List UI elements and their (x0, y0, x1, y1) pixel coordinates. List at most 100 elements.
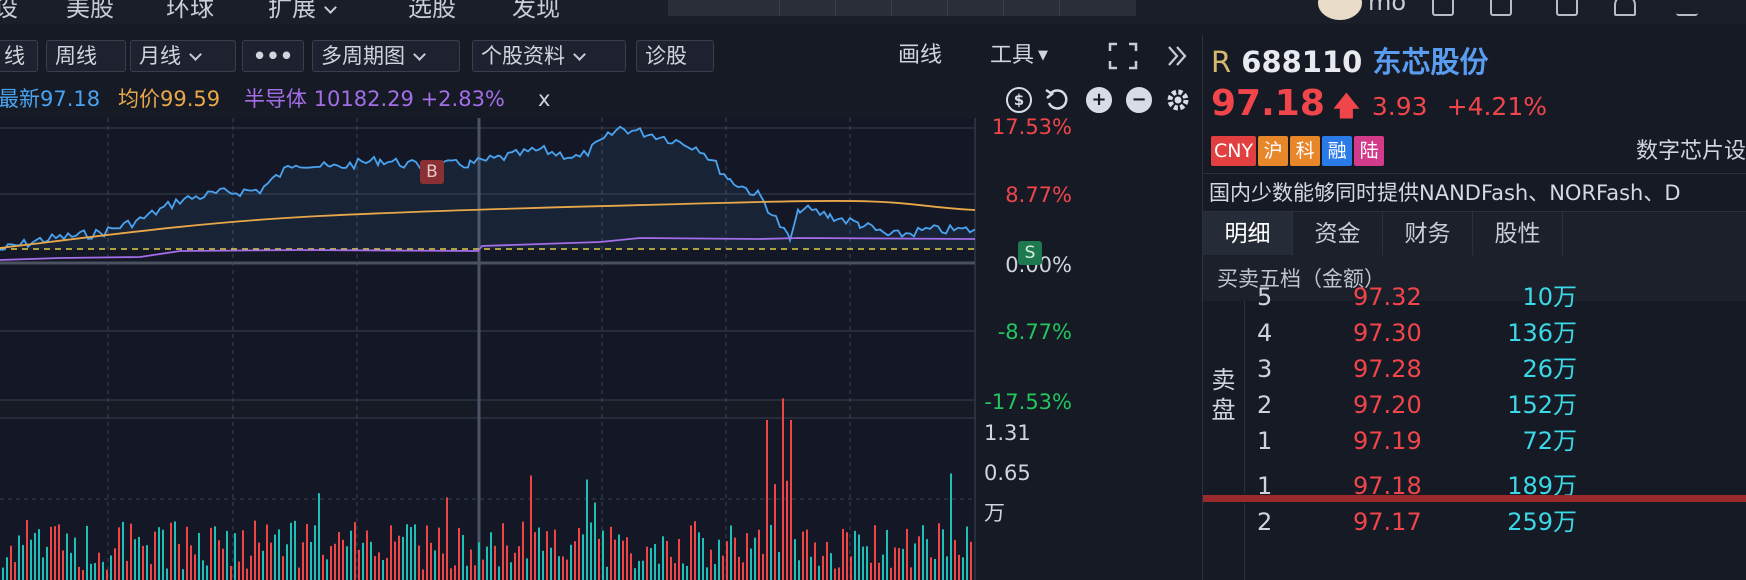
collapse-right-icon[interactable] (1166, 44, 1188, 68)
buy-marker[interactable]: B (420, 160, 444, 184)
volume-bar (702, 537, 704, 580)
chart-canvas[interactable]: 17.53%8.77%0.00%-8.77%-17.53%1.310.65万 (0, 118, 1200, 580)
nav-item-0[interactable]: 设 (0, 0, 18, 23)
gear-icon[interactable] (1164, 86, 1192, 114)
stock-name[interactable]: 东芯股份 (1372, 45, 1488, 79)
open-tab[interactable] (836, 0, 892, 16)
volume-bar (230, 565, 232, 580)
volume-bar (490, 532, 492, 580)
tab-finance[interactable]: 财务 (1383, 212, 1473, 256)
volume-bar (746, 533, 748, 580)
stock-tag[interactable]: CNY (1211, 136, 1257, 166)
menu-icon[interactable] (1676, 0, 1698, 16)
stock-tag[interactable]: 融 (1322, 136, 1353, 166)
stock-info-button[interactable]: 个股资料 (472, 40, 626, 72)
avg-price-label: 均价99.59 (118, 87, 221, 111)
tab-stock-traits[interactable]: 股性 (1473, 212, 1563, 256)
open-tab[interactable] (948, 0, 1004, 16)
chevron-down-icon (324, 1, 337, 14)
avatar[interactable] (1318, 0, 1362, 20)
volume-bar (914, 543, 916, 580)
caret-down-icon: ▼ (1038, 48, 1049, 63)
nav-item-discover[interactable]: 发现 (512, 0, 560, 23)
volume-bar (666, 540, 668, 580)
mail-icon[interactable] (1556, 0, 1578, 16)
stock-tag[interactable]: 陆 (1354, 136, 1385, 166)
sector-label: 半导体 10182.29 +2.83% (244, 82, 505, 116)
volume-bar (182, 569, 184, 580)
volume-bar (246, 568, 248, 580)
volume-bar (442, 553, 444, 580)
sell-row[interactable]: 4 97.30 136万 (1257, 315, 1657, 351)
fullscreen-icon[interactable] (1108, 42, 1138, 70)
tab-funds[interactable]: 资金 (1293, 212, 1383, 256)
volume-bar (238, 561, 240, 580)
volume-bar (754, 537, 756, 580)
volume-bar (106, 569, 108, 580)
volume-bar (166, 568, 168, 580)
sell-amount: 10万 (1522, 283, 1577, 311)
volume-bar (458, 527, 460, 580)
zoom-in-icon[interactable]: + (1086, 87, 1112, 113)
chevron-down-icon (189, 48, 202, 61)
price-change: 3.93 (1371, 92, 1428, 121)
zoom-out-icon[interactable]: − (1126, 87, 1152, 113)
multi-period-button[interactable]: 多周期图 (312, 40, 460, 72)
sell-amount: 152万 (1507, 391, 1577, 419)
volume-bar (470, 549, 472, 580)
volume-bar (794, 539, 796, 580)
sell-row[interactable]: 5 97.32 10万 (1257, 279, 1657, 315)
sell-side-label: 卖盘 (1203, 301, 1245, 493)
undo-icon[interactable] (1044, 87, 1070, 113)
volume-bar (398, 535, 400, 580)
open-tab[interactable] (1060, 0, 1136, 16)
nav-item-extend[interactable]: 扩展 (268, 0, 337, 23)
more-button[interactable]: ••• (242, 40, 304, 72)
window-icon[interactable] (1432, 0, 1454, 16)
user-name[interactable]: mo (1368, 0, 1406, 16)
buy-row[interactable]: 2 97.17 259万 (1257, 504, 1657, 540)
volume-bar (478, 542, 480, 580)
sector-tag[interactable]: 数字芯片设 (1636, 136, 1746, 168)
monthly-line-button[interactable]: 月线 (130, 40, 236, 72)
stamp-icon[interactable]: $ (1006, 87, 1032, 113)
nav-item-global[interactable]: 环球 (166, 0, 214, 23)
nav-item-stock-picker[interactable]: 选股 (408, 0, 456, 23)
sell-row[interactable]: 3 97.28 26万 (1257, 351, 1657, 387)
sell-marker[interactable]: S (1018, 241, 1042, 265)
volume-bar (902, 548, 904, 580)
close-overlay-button[interactable]: x (538, 82, 550, 116)
volume-bar (654, 544, 656, 580)
volume-bar (682, 563, 684, 580)
volume-bar (802, 531, 804, 580)
tools-button[interactable]: 工具 ▼ (990, 40, 1048, 72)
open-tab[interactable] (668, 0, 780, 16)
bell-icon[interactable] (1614, 0, 1636, 16)
sell-row[interactable]: 1 97.19 72万 (1257, 423, 1657, 459)
volume-bar (854, 530, 856, 580)
stock-tag[interactable]: 沪 (1258, 136, 1289, 166)
volume-bar (278, 529, 280, 580)
volume-bar (694, 521, 696, 580)
daily-line-button[interactable]: 线 (0, 40, 38, 72)
open-tab[interactable] (1004, 0, 1060, 16)
stock-description[interactable]: 国内少数能够同时提供NANDFash、NORFash、D (1203, 173, 1746, 211)
weekly-line-button[interactable]: 周线 (46, 40, 126, 72)
diagnose-button[interactable]: 诊股 (636, 40, 714, 72)
volume-bar (178, 543, 180, 580)
open-tab[interactable] (892, 0, 948, 16)
sell-row[interactable]: 2 97.20 152万 (1257, 387, 1657, 423)
volume-bar (314, 525, 316, 580)
message-icon[interactable] (1490, 0, 1512, 16)
volume-bar (862, 546, 864, 580)
draw-line-button[interactable]: 画线 (898, 40, 942, 72)
intraday-chart[interactable]: 17.53% 8.77% 0.00% -8.77% -17.53% 1.31 0.65 万 B… (0, 118, 1200, 580)
volume-bar (514, 552, 516, 580)
open-tab[interactable] (780, 0, 836, 16)
stock-tag[interactable]: 科 (1290, 136, 1321, 166)
volume-bar (574, 541, 576, 580)
volume-bar (614, 539, 616, 580)
tab-details[interactable]: 明细 (1203, 212, 1293, 256)
nav-item-us-stocks[interactable]: 美股 (66, 0, 114, 23)
buy-side-label (1203, 503, 1245, 580)
